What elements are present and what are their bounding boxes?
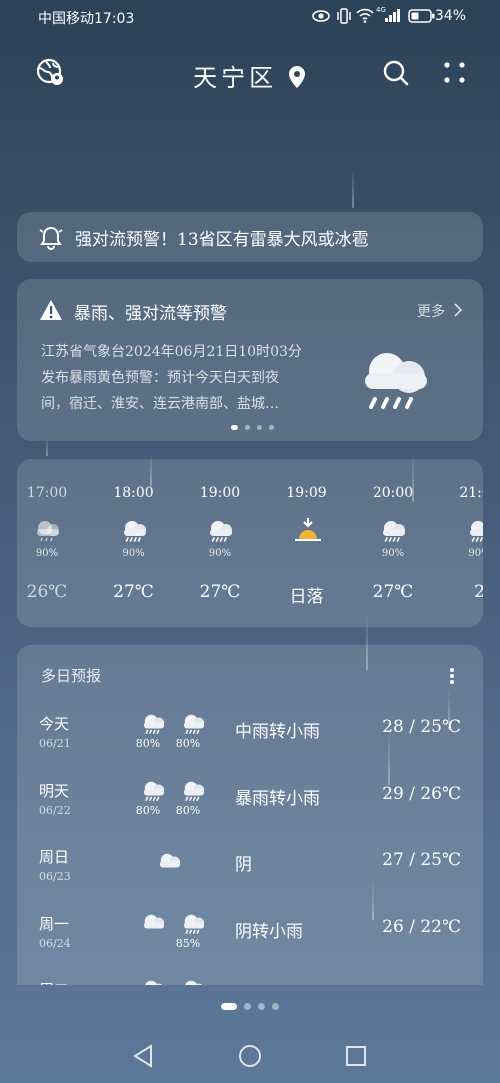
eye-icon [312,10,330,22]
hourly-time: 20:00 [372,485,414,501]
daily-date: 06/24 [39,936,71,950]
warning-line: 江苏省气象台2024年06月21日10时03分 [41,344,302,360]
hourly-precip: 90% [468,548,483,559]
wifi-icon [356,8,374,23]
hourly-time: 19:00 [199,485,241,501]
daily-title: 多日预报 [41,667,102,685]
alert-banner-text: 强对流预警！13省区有雷暴大风或冰雹 [75,230,369,250]
hourly-precip: 90% [381,548,405,559]
daily-temp-range: 26 / 22℃ [382,916,461,937]
back-icon[interactable] [132,1044,154,1068]
daily-row[interactable]: 今天 06/21 80% 80% 中雨转小雨 28 / 25℃ [17,707,483,773]
cloud-icon [159,853,181,868]
sunset-icon [294,518,321,541]
daily-more-icon[interactable] [449,667,455,685]
daily-temp-range: 27 / 25℃ [382,850,461,870]
daily-row[interactable]: 明天 06/22 80% 80% 暴雨转小雨 29 / 26℃ [17,774,483,840]
warning-body: 江苏省气象台2024年06月21日10时03分 发布暴雨黄色预警：预计今天白天到… [41,339,341,417]
home-icon[interactable] [238,1044,262,1068]
heavy-rain-icon [469,521,483,542]
heavy-rain-icon [185,980,203,985]
hourly-forecast[interactable]: 17:00 90% 26℃ 18:00 90% 27℃ 19:00 90% 27℃ 19:09 日落… [17,459,483,627]
daily-precip: 80% [135,737,161,750]
hourly-temp: 26℃ [26,582,68,602]
battery-percent: 34% [434,8,466,24]
daily-day: 周一 [39,914,70,933]
warning-card[interactable]: 暴雨、强对流等预警 更多 江苏省气象台2024年06月21日10时03分 发布暴… [17,279,483,441]
search-icon[interactable] [382,59,410,87]
carrier-time: 中国移动17:03 [38,11,135,27]
battery-icon [408,9,435,23]
hourly-time: 21:00 [459,485,483,501]
hourly-time: 19:09 [286,485,327,501]
alert-banner[interactable]: 强对流预警！13省区有雷暴大风或冰雹 [17,212,483,262]
rain-cloud-icon [37,521,59,542]
heavy-rain-icon [143,714,165,734]
warning-pager [231,425,274,430]
location-pin-icon [288,66,305,88]
city-name[interactable]: 天宁区 [0,58,500,93]
warning-line: 发布暴雨黄色预警：预计今天白天到夜 [41,370,279,386]
daily-date: 06/22 [39,803,71,817]
cloud-icon [145,980,163,985]
daily-date: 06/23 [39,870,71,883]
daily-condition: 阴转小雨 [235,921,303,942]
vibrate-icon [337,8,351,24]
bell-icon [39,226,63,250]
daily-condition: 阴 [235,855,252,875]
daily-temp-range: 28 / 25℃ [382,717,461,737]
more-menu-icon[interactable] [442,60,468,86]
daily-forecast[interactable]: 多日预报 今天 06/21 80% 80% 中雨转小雨 28 / 25℃ 明天 06/22 80… [17,645,483,985]
daily-row[interactable]: 周一 06/24 85% 阴转小雨 26 / 22℃ [17,907,483,973]
city-label: 天宁区 [193,64,278,92]
status-bar: 中国移动17:03 4G 34% [0,6,500,28]
daily-row[interactable]: 周二阴转小雨 27 / 23℃ [17,973,483,985]
daily-condition: 暴雨转小雨 [235,788,320,809]
heavy-rain-icon [183,914,205,934]
daily-precip: 80% [135,803,161,817]
daily-temp-range: 27 / 23℃ [382,983,461,985]
chevron-right-icon[interactable] [453,303,463,317]
hourly-precip: 90% [208,548,232,559]
hourly-temp: 27℃ [199,582,241,602]
daily-day: 周日 [39,848,70,866]
hourly-precip: 90% [122,548,145,559]
hourly-temp: 2 [474,582,483,602]
page-indicator [0,1003,500,1010]
warning-triangle-icon [40,300,62,320]
signal-icon [385,9,400,22]
daily-precip: 80% [175,737,201,750]
heavy-rain-icon [183,781,205,801]
daily-precip: 80% [175,803,201,817]
hourly-temp: 27℃ [113,582,154,602]
daily-condition: 中雨转小雨 [235,722,320,742]
daily-condition: 阴转小雨 [235,983,303,985]
cloud-icon [143,914,165,929]
warning-line: 间，宿迁、淮安、连云港南部、盐城… [41,396,279,412]
hourly-time: 18:00 [113,485,154,501]
heavy-rain-icon [383,521,405,542]
heavy-rain-icon [143,781,165,801]
daily-day: 周二 [39,979,69,985]
warning-more-link[interactable]: 更多 [417,301,445,321]
hourly-precip: 90% [35,548,59,559]
daily-row[interactable]: 周日 06/23 阴 27 / 25℃ [17,840,483,906]
warning-title: 暴雨、强对流等预警 [74,304,227,324]
daily-day: 明天 [39,781,70,800]
heavy-rain-icon [123,521,146,542]
heavy-rain-icon [183,714,205,734]
navigation-bar [0,1030,500,1083]
daily-date: 06/21 [39,737,71,750]
recents-icon[interactable] [345,1045,367,1067]
daily-temp-range: 29 / 26℃ [382,783,461,804]
hourly-temp: 27℃ [372,582,414,602]
daily-day: 今天 [39,715,70,733]
heavy-rain-icon [210,521,232,542]
heavy-rain-cloud-icon [365,353,427,409]
hourly-temp: 日落 [289,587,324,607]
daily-precip: 85% [175,936,201,950]
hourly-time: 17:00 [26,485,68,501]
